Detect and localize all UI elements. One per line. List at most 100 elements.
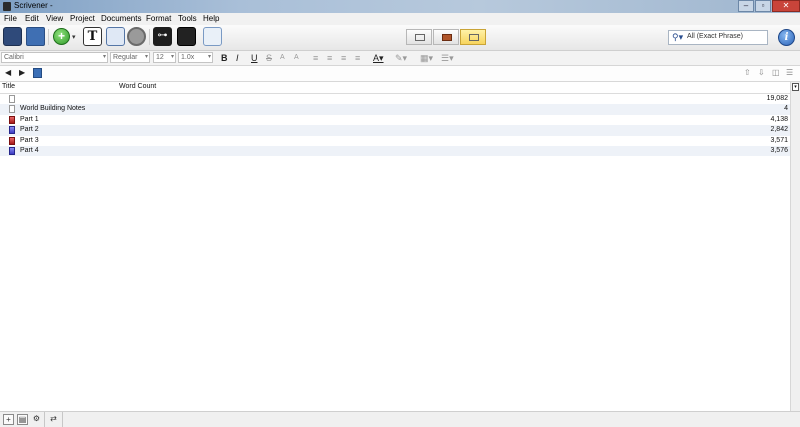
footer-separator [44, 412, 45, 427]
corkboard-icon [442, 34, 452, 41]
highlight-icon[interactable]: ✎▾ [395, 52, 407, 64]
menu-format[interactable]: Format [146, 14, 171, 23]
back-arrow-icon[interactable]: ◀ [5, 68, 11, 77]
menu-edit[interactable]: Edit [25, 14, 39, 23]
table-row[interactable]: Part 2 2,842 [0, 125, 790, 136]
column-options-icon[interactable]: ▾ [792, 83, 799, 91]
trash-icon[interactable] [127, 27, 146, 46]
menu-project[interactable]: Project [70, 14, 95, 23]
down-arrow-icon[interactable]: ⇩ [758, 68, 765, 77]
maximize-button[interactable]: ▫ [755, 0, 771, 12]
superscript-button[interactable]: A [294, 52, 299, 64]
editor-menu-icon[interactable]: ☰ [786, 68, 793, 77]
info-icon[interactable]: i [778, 29, 795, 46]
menu-help[interactable]: Help [203, 14, 219, 23]
part-red-icon [9, 136, 15, 145]
keywords-icon[interactable]: ⊶ [153, 27, 172, 46]
align-left-icon[interactable]: ≡ [313, 52, 318, 64]
row-word-count: 4,138 [770, 115, 788, 123]
menu-tools[interactable]: Tools [178, 14, 197, 23]
part-blue-icon [9, 126, 15, 135]
strikethrough-button[interactable]: S [266, 52, 272, 64]
forward-arrow-icon[interactable]: ▶ [19, 68, 25, 77]
table-row[interactable]: 19,082 [0, 94, 790, 104]
underline-button[interactable]: U [251, 52, 258, 64]
column-title[interactable]: Title [2, 83, 15, 90]
search-input[interactable]: ⚲▾ All (Exact Phrase) [668, 30, 768, 45]
align-right-icon[interactable]: ≡ [341, 52, 346, 64]
outline-list: 19,082 World Building Notes 4 Part 1 4,1… [0, 94, 790, 157]
close-button[interactable]: ✕ [772, 0, 800, 12]
menu-documents[interactable]: Documents [101, 14, 141, 23]
table-row[interactable]: Part 4 3,576 [0, 145, 790, 157]
gear-icon[interactable]: ⚙ [31, 414, 42, 425]
row-word-count: 19,082 [766, 95, 788, 102]
window-title: Scrivener - [14, 1, 53, 10]
document-icon[interactable] [33, 68, 42, 78]
align-center-icon[interactable]: ≡ [327, 52, 332, 64]
scrivener-app-icon [3, 2, 11, 11]
add-document-icon[interactable]: + [3, 414, 14, 425]
document-icon [9, 105, 15, 114]
corkboard-view-button[interactable] [433, 29, 459, 45]
table-icon[interactable]: ▦▾ [420, 52, 433, 64]
compile-icon[interactable] [177, 27, 196, 46]
subscript-button[interactable]: A [280, 52, 285, 64]
binder-item-icon[interactable]: ▤ [17, 414, 28, 425]
line-spacing-select[interactable]: 1.0x [178, 52, 213, 63]
title-bar: Scrivener - – ▫ ✕ [0, 0, 800, 13]
table-row[interactable]: World Building Notes 4 [0, 104, 790, 115]
row-word-count: 2,842 [770, 126, 788, 134]
new-text-icon[interactable]: T [83, 27, 102, 46]
font-style-select[interactable]: Regular [110, 52, 150, 63]
outline-header: Title Word Count [0, 82, 790, 94]
search-placeholder: All (Exact Phrase) [687, 33, 744, 40]
bold-button[interactable]: B [221, 52, 228, 64]
row-title: Part 2 [20, 126, 39, 134]
table-row[interactable]: Part 1 4,138 [0, 115, 790, 125]
split-editor-icon[interactable]: ◫ [772, 68, 780, 77]
share-icon[interactable] [203, 27, 222, 46]
menu-file[interactable]: File [4, 14, 17, 23]
row-title: Part 3 [20, 136, 39, 144]
footer-separator [62, 412, 63, 427]
folder-icon[interactable] [26, 27, 45, 46]
view-mode-group [406, 29, 488, 45]
row-title: Part 4 [20, 146, 39, 154]
vertical-scrollbar[interactable]: ▾ [790, 82, 800, 411]
up-arrow-icon[interactable]: ⇧ [744, 68, 751, 77]
minimize-button[interactable]: – [738, 0, 754, 12]
search-icon[interactable]: ⚲▾ [672, 32, 683, 43]
part-blue-icon [9, 146, 15, 155]
font-size-select[interactable]: 12 [153, 52, 176, 63]
scrivenings-view-button[interactable] [406, 29, 432, 45]
row-word-count: 3,571 [770, 136, 788, 144]
list-icon[interactable]: ☰▾ [441, 52, 454, 64]
footer-bar: + ▤ ⚙ ⇄ [0, 411, 800, 427]
format-bar: Calibri Regular 12 1.0x B I U S A A ≡ ≡ … [0, 51, 800, 66]
align-justify-icon[interactable]: ≡ [355, 52, 360, 64]
scrivenings-icon [415, 34, 425, 41]
outliner-view-button[interactable] [460, 29, 486, 45]
row-title: Part 1 [20, 115, 39, 123]
table-row[interactable]: Part 3 3,571 [0, 136, 790, 146]
row-word-count: 3,576 [770, 146, 788, 154]
add-dropdown-icon[interactable]: ▾ [72, 33, 80, 41]
toolbar-separator [48, 29, 49, 45]
row-word-count: 4 [784, 105, 788, 113]
text-color-icon[interactable]: A▾ [373, 52, 384, 64]
italic-button[interactable]: I [236, 52, 239, 64]
row-title: World Building Notes [20, 105, 86, 113]
part-red-icon [9, 115, 15, 124]
add-icon[interactable]: + [53, 28, 70, 45]
binder-icon[interactable] [3, 27, 22, 46]
font-family-select[interactable]: Calibri [1, 52, 108, 63]
main-toolbar: + ▾ T ⊶ ⚲▾ All (Exact Phrase) i [0, 25, 800, 51]
swap-icon[interactable]: ⇄ [48, 414, 59, 425]
document-icon [9, 95, 15, 103]
menu-view[interactable]: View [46, 14, 63, 23]
column-word-count[interactable]: Word Count [119, 83, 156, 90]
new-document-icon[interactable] [106, 27, 125, 46]
outliner-icon [469, 34, 479, 41]
editor-header-bar: ◀ ▶ ⇧ ⇩ ◫ ☰ [0, 66, 800, 82]
